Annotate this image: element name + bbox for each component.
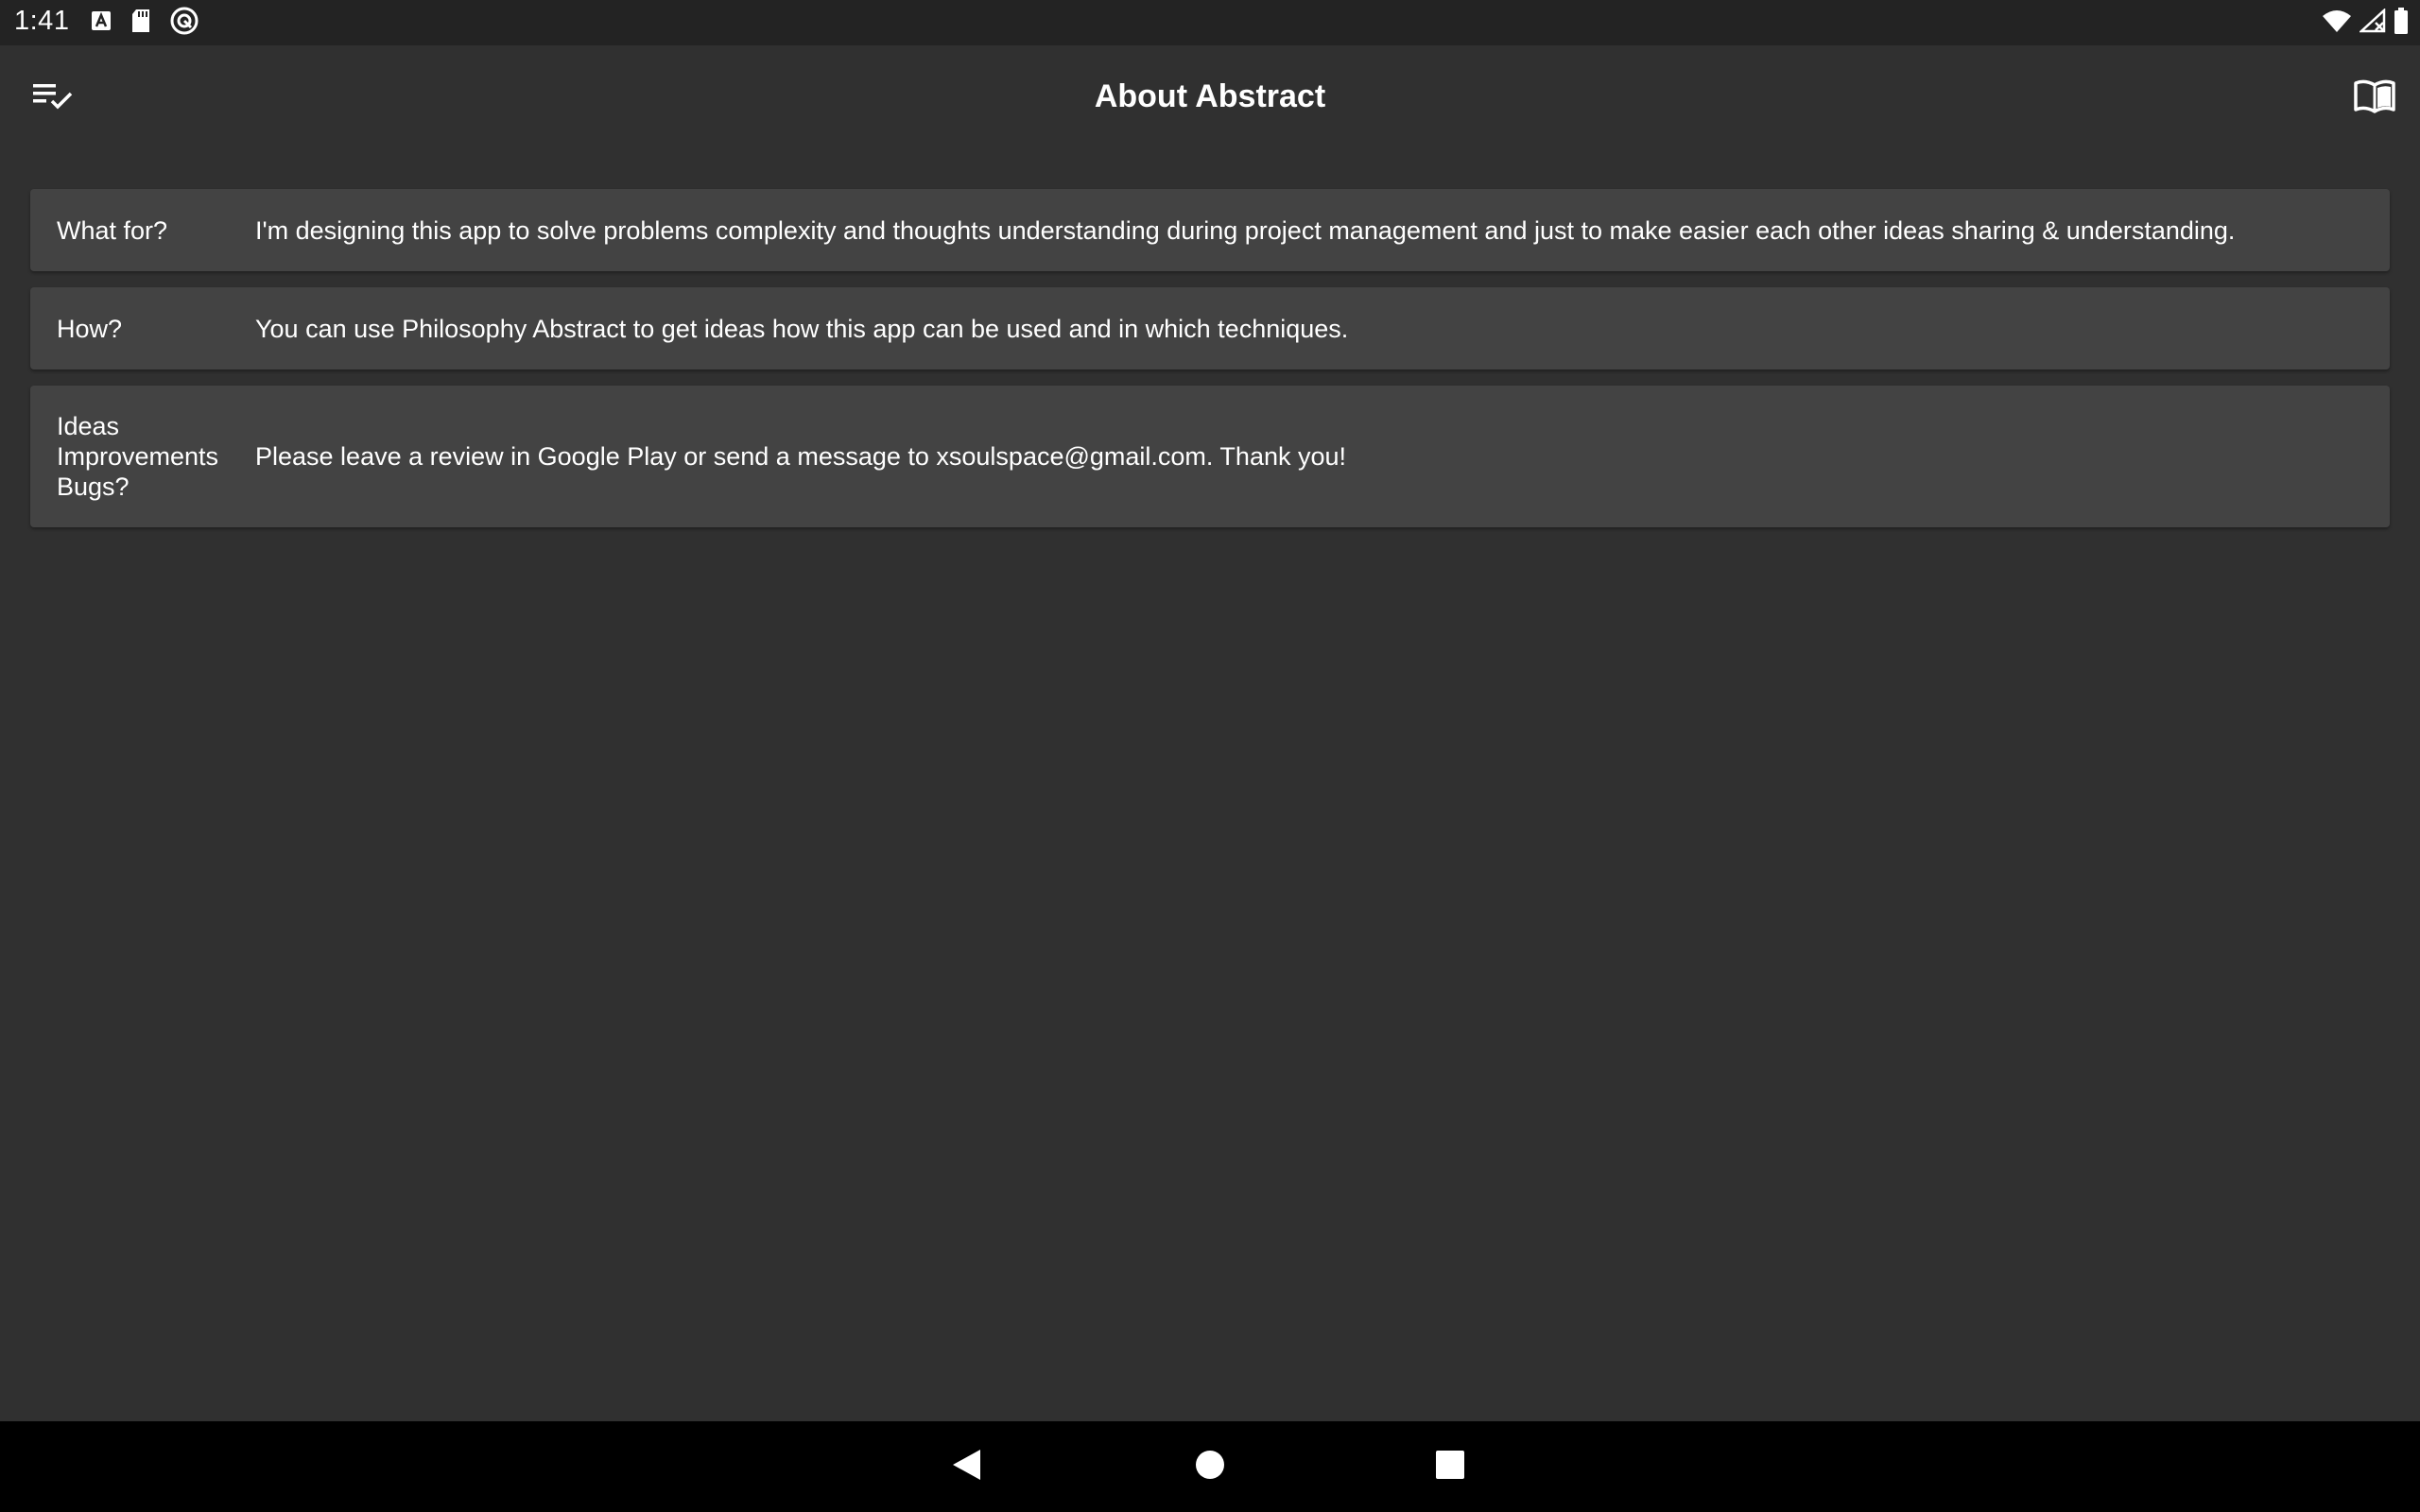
- home-icon: [1194, 1449, 1226, 1486]
- card-label: How?: [57, 314, 123, 343]
- navigation-bar: [0, 1421, 2420, 1512]
- card-what-for: What for? I'm designing this app to solv…: [30, 189, 2390, 271]
- open-book-icon: [2352, 77, 2397, 120]
- card-text: Please leave a review in Google Play or …: [255, 442, 1347, 471]
- card-label: What for?: [57, 215, 168, 245]
- back-button[interactable]: [940, 1440, 993, 1493]
- status-icons-left: [91, 7, 199, 38]
- home-button[interactable]: [1184, 1440, 1236, 1493]
- card-feedback: Ideas Improvements Bugs? Please leave a …: [30, 386, 2390, 527]
- sync-circle-icon: [170, 7, 199, 40]
- status-time: 1:41: [14, 6, 70, 36]
- page-title: About Abstract: [1094, 78, 1326, 114]
- back-icon: [950, 1448, 982, 1486]
- recents-icon: [1434, 1449, 1466, 1486]
- status-icons-right: [2322, 7, 2409, 39]
- recents-button[interactable]: [1424, 1440, 1477, 1493]
- app-bar: About Abstract: [0, 45, 2420, 151]
- sd-card-icon: [130, 9, 151, 38]
- about-cards: What for? I'm designing this app to solv…: [30, 189, 2390, 543]
- screen: 1:41 About Abstract What for? I'm design…: [0, 0, 2420, 1512]
- status-bar: 1:41: [0, 0, 2420, 45]
- signal-off-icon: [2358, 7, 2386, 38]
- card-text: You can use Philosophy Abstract to get i…: [255, 314, 1349, 343]
- battery-icon: [2394, 7, 2409, 39]
- card-text: I'm designing this app to solve problems…: [255, 215, 2236, 245]
- card-label: Ideas Improvements Bugs?: [57, 412, 219, 501]
- open-book-button[interactable]: [2341, 64, 2409, 132]
- card-how: How? You can use Philosophy Abstract to …: [30, 287, 2390, 369]
- wifi-icon: [2322, 9, 2352, 38]
- text-a-icon: [91, 10, 112, 36]
